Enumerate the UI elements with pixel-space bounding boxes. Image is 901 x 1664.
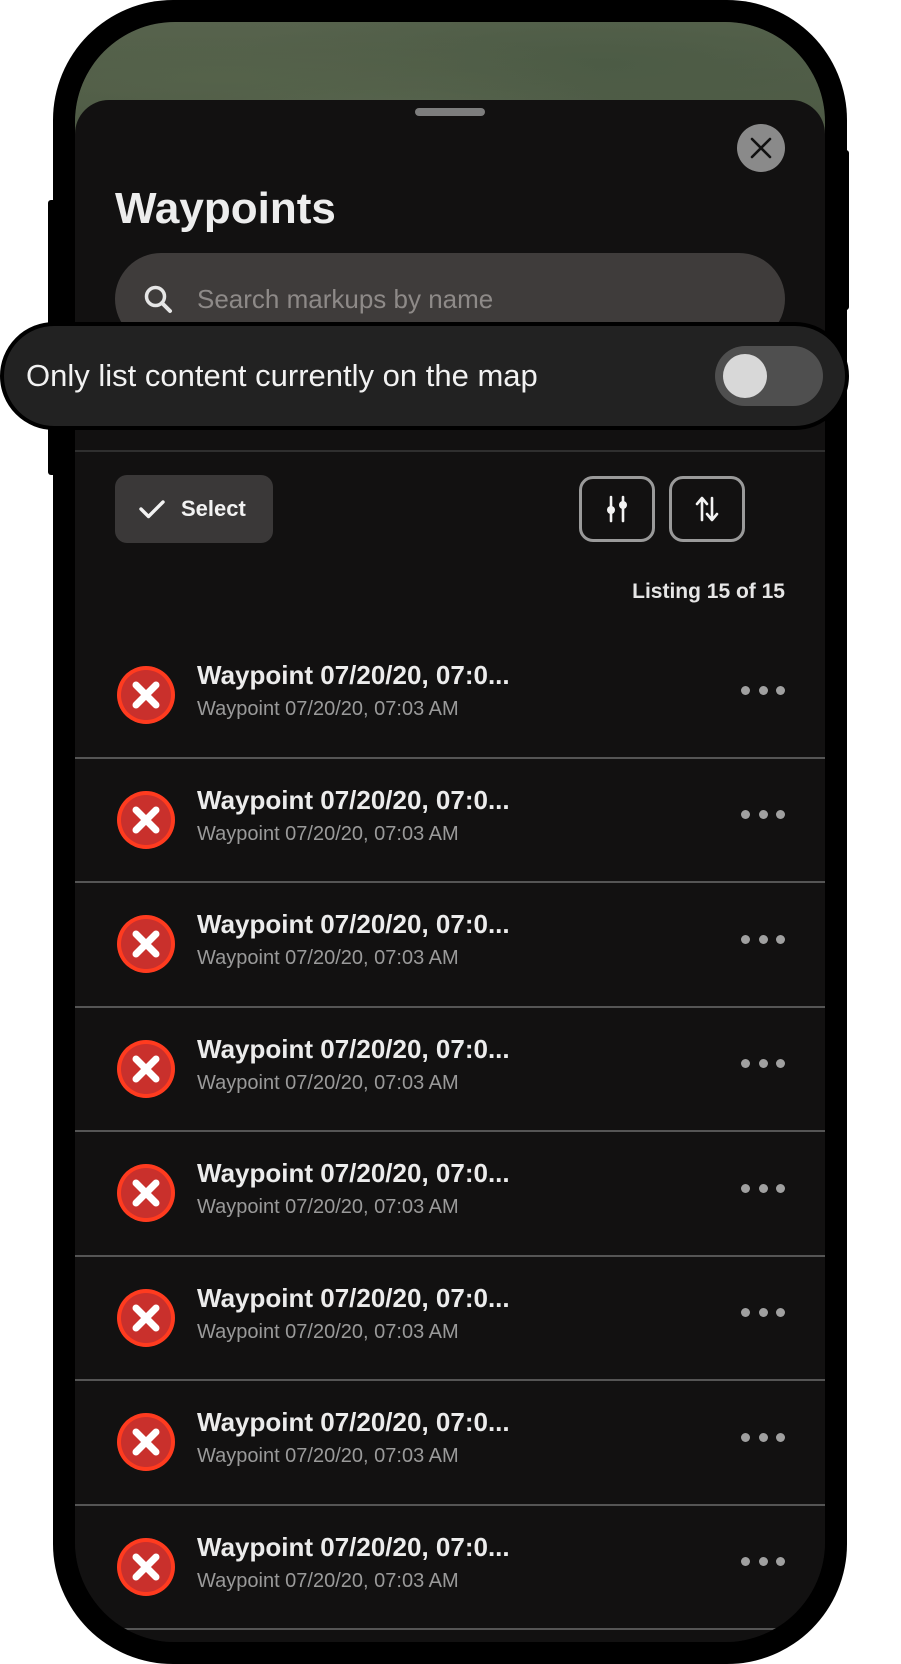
item-subtitle: Waypoint 07/20/20, 07:03 AM: [197, 1196, 459, 1218]
item-name: Waypoint 07/20/20, 07:0...: [197, 1158, 510, 1188]
item-subtitle: Waypoint 07/20/20, 07:03 AM: [197, 698, 459, 720]
more-options-button[interactable]: [741, 927, 785, 951]
list-item[interactable]: Waypoint 07/20/20, 07:0... Waypoint 07/2…: [75, 759, 825, 883]
listing-count: Listing 15 of 15: [632, 580, 785, 603]
select-button[interactable]: Select: [115, 475, 273, 543]
more-options-button[interactable]: [741, 1301, 785, 1325]
item-subtitle: Waypoint 07/20/20, 07:03 AM: [197, 822, 459, 845]
more-options-button[interactable]: [741, 1425, 785, 1449]
list-item[interactable]: Waypoint 07/20/20, 07:0... Waypoint 07/2…: [75, 1257, 825, 1381]
more-options-button[interactable]: [741, 1176, 785, 1200]
more-icon: [741, 934, 750, 944]
on-map-filter-label: Only list content currently on the map: [26, 358, 538, 393]
sliders-icon: [607, 495, 627, 523]
list-item[interactable]: Waypoint 07/20/20, 07:0... Waypoint 07/2…: [75, 1132, 825, 1257]
toggle-knob: [723, 354, 767, 398]
waypoint-x-icon: [117, 1413, 175, 1471]
waypoint-x-icon: [117, 915, 175, 973]
item-subtitle: Waypoint 07/20/20, 07:03 AM: [197, 1445, 459, 1467]
more-icon: [741, 685, 750, 695]
item-name: Waypoint 07/20/20, 07:0...: [197, 909, 510, 939]
item-subtitle: Waypoint 07/20/20, 07:03 AM: [197, 1320, 459, 1343]
item-subtitle: Waypoint 07/20/20, 07:03 AM: [197, 947, 459, 969]
list-item[interactable]: Waypoint 07/20/20, 07:0... Waypoint 07/2…: [75, 1008, 825, 1132]
waypoint-x-icon: [117, 1164, 175, 1222]
on-map-filter-toggle[interactable]: [715, 346, 823, 406]
select-button-label: Select: [181, 496, 246, 521]
waypoint-x-icon: [117, 1039, 175, 1098]
screen: Waypoints Select: [75, 22, 825, 1642]
list-item[interactable]: Waypoint 07/20/20, 07:0... Waypoint 07/2…: [75, 1381, 825, 1506]
item-subtitle: Waypoint 07/20/20, 07:03 AM: [197, 1569, 459, 1592]
sheet-drag-handle[interactable]: [415, 108, 485, 116]
page-title: Waypoints: [115, 184, 336, 233]
waypoint-x-icon: [117, 1288, 175, 1347]
more-icon: [741, 1308, 750, 1317]
search-input[interactable]: [197, 283, 757, 315]
more-icon: [741, 1557, 750, 1566]
on-map-filter-bar: Only list content currently on the map: [0, 322, 849, 430]
item-name: Waypoint 07/20/20, 07:0...: [197, 1033, 510, 1064]
item-name: Waypoint 07/20/20, 07:0...: [197, 1407, 510, 1437]
waypoint-list: Waypoint 07/20/20, 07:0... Waypoint 07/2…: [75, 634, 825, 1630]
item-name: Waypoint 07/20/20, 07:0...: [197, 784, 510, 815]
item-name: Waypoint 07/20/20, 07:0...: [197, 1531, 510, 1562]
waypoint-x-icon: [117, 1537, 175, 1596]
list-item[interactable]: Waypoint 07/20/20, 07:0... Waypoint 07/2…: [75, 883, 825, 1008]
more-icon: [741, 1432, 750, 1442]
search-icon: [144, 285, 172, 313]
more-icon: [741, 1183, 750, 1193]
close-button[interactable]: [737, 124, 785, 172]
more-options-button[interactable]: [741, 1052, 785, 1076]
more-options-button[interactable]: [741, 803, 785, 827]
more-icon: [741, 1059, 750, 1068]
sort-button[interactable]: [669, 476, 745, 542]
list-item[interactable]: Waypoint 07/20/20, 07:0... Waypoint 07/2…: [75, 634, 825, 759]
close-icon: [750, 137, 772, 159]
divider: [75, 450, 825, 452]
item-name: Waypoint 07/20/20, 07:0...: [197, 660, 510, 690]
waypoint-x-icon: [117, 666, 175, 724]
checkmark-icon: [139, 500, 165, 519]
item-subtitle: Waypoint 07/20/20, 07:03 AM: [197, 1071, 459, 1094]
waypoint-x-icon: [117, 790, 175, 849]
more-options-button[interactable]: [741, 1550, 785, 1574]
more-icon: [741, 810, 750, 819]
sort-arrows-icon: [695, 496, 719, 522]
more-options-button[interactable]: [741, 678, 785, 702]
item-name: Waypoint 07/20/20, 07:0...: [197, 1282, 510, 1313]
filter-button[interactable]: [579, 476, 655, 542]
list-item[interactable]: Waypoint 07/20/20, 07:0... Waypoint 07/2…: [75, 1506, 825, 1630]
